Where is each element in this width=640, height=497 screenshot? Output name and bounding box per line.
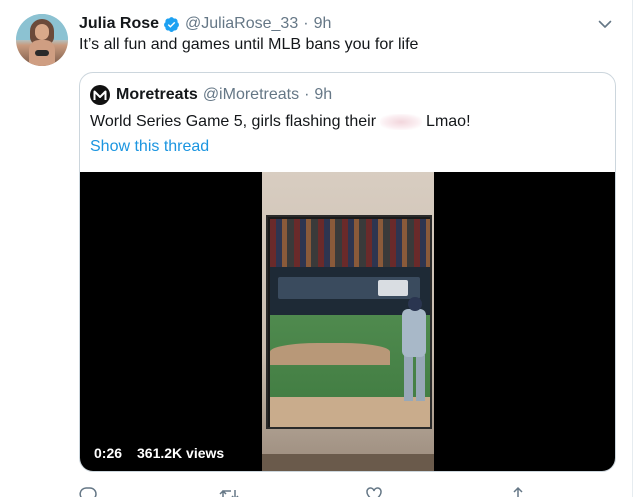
moretreats-logo-icon [93, 90, 107, 100]
quoted-separator: · [304, 86, 310, 103]
like-button[interactable] [365, 486, 383, 497]
quoted-tweet-text: World Series Game 5, girls flashing thei… [90, 113, 471, 131]
separator: · [303, 15, 309, 32]
video-frame-tv [266, 215, 432, 429]
tweet-header: Julia Rose @JuliaRose_33 · 9h [79, 14, 331, 34]
retweet-icon [219, 489, 239, 497]
tweet-actions [79, 486, 539, 497]
share-button[interactable] [509, 486, 527, 497]
quoted-avatar[interactable] [90, 85, 110, 105]
reply-icon [79, 487, 97, 497]
like-icon [366, 487, 382, 497]
retweet-button[interactable] [219, 486, 239, 497]
tweet-text: It’s all fun and games until MLB bans yo… [79, 36, 419, 53]
avatar[interactable] [16, 14, 68, 66]
quoted-text-before: World Series Game 5, girls flashing thei… [90, 113, 377, 130]
share-icon [511, 486, 525, 497]
video-views-badge: 361.2K views [131, 442, 231, 464]
quoted-display-name[interactable]: Moretreats [116, 86, 198, 104]
quoted-text-after: Lmao! [426, 113, 471, 130]
chevron-down-icon[interactable] [597, 16, 613, 32]
tweet[interactable]: Julia Rose @JuliaRose_33 · 9h It’s all f… [0, 0, 640, 497]
redacted-emoji [380, 114, 423, 130]
timeline-divider [632, 0, 633, 497]
handle[interactable]: @JuliaRose_33 [185, 15, 298, 33]
quoted-tweet-header: Moretreats @iMoretreats · 9h [90, 85, 332, 105]
quoted-timestamp[interactable]: 9h [314, 86, 332, 104]
display-name[interactable]: Julia Rose [79, 15, 159, 33]
reply-button[interactable] [79, 486, 97, 497]
video-player[interactable]: 0:26 361.2K views [80, 172, 615, 471]
show-thread-link[interactable]: Show this thread [90, 138, 209, 156]
verified-icon [164, 16, 179, 32]
video-duration-badge: 0:26 [88, 442, 129, 464]
timestamp[interactable]: 9h [314, 15, 332, 33]
quoted-tweet[interactable]: Moretreats @iMoretreats · 9h World Serie… [79, 72, 616, 472]
video-frame-shelf [262, 454, 434, 471]
quoted-handle[interactable]: @iMoretreats [203, 86, 299, 104]
